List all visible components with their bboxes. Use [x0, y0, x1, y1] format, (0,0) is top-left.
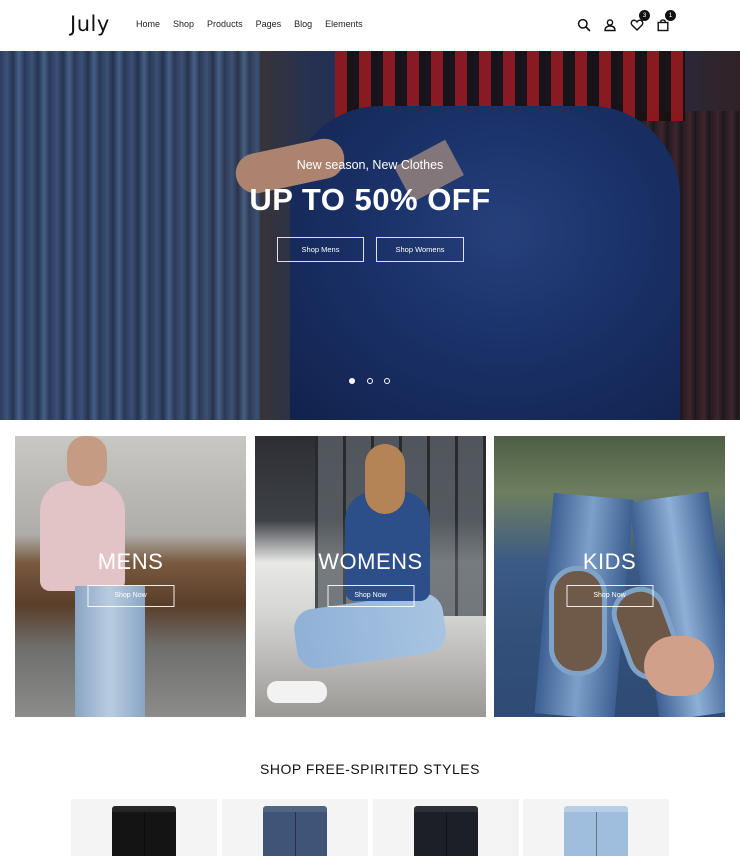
- product-image: [112, 806, 176, 856]
- shop-now-button[interactable]: Shop Now: [327, 585, 414, 607]
- category-label: MENS: [97, 549, 164, 574]
- category-card-kids[interactable]: KIDS Shop Now: [494, 436, 725, 717]
- shop-now-button[interactable]: Shop Now: [566, 585, 653, 607]
- shop-mens-button[interactable]: Shop Mens: [277, 237, 364, 262]
- product-card[interactable]: [373, 799, 519, 856]
- product-image: [414, 806, 478, 856]
- slide-dot-2[interactable]: [367, 378, 373, 384]
- category-label: WOMENS: [318, 549, 423, 574]
- user-icon[interactable]: [603, 18, 617, 32]
- product-card[interactable]: [523, 799, 669, 856]
- product-card[interactable]: [222, 799, 368, 856]
- product-card[interactable]: [71, 799, 217, 856]
- product-image: [263, 806, 327, 856]
- category-label: KIDS: [582, 549, 637, 574]
- logo[interactable]: July: [70, 12, 110, 36]
- nav-item-elements[interactable]: Elements: [325, 19, 363, 29]
- main-nav: Home Shop Products Pages Blog Elements: [136, 19, 376, 29]
- nav-item-home[interactable]: Home: [136, 19, 160, 29]
- bag-icon[interactable]: 1: [656, 10, 676, 32]
- header: July Home Shop Products Pages Blog Eleme…: [0, 0, 740, 50]
- search-icon[interactable]: [577, 18, 591, 32]
- cart-count-badge: 1: [665, 10, 676, 21]
- section-title: SHOP FREE-SPIRITED STYLES: [260, 761, 480, 777]
- nav-item-shop[interactable]: Shop: [173, 19, 194, 29]
- hero-banner: New season, New Clothes UP TO 50% OFF Sh…: [0, 51, 740, 420]
- product-image: [564, 806, 628, 856]
- shop-womens-button[interactable]: Shop Womens: [376, 237, 464, 262]
- nav-item-pages[interactable]: Pages: [256, 19, 282, 29]
- slide-dot-3[interactable]: [384, 378, 390, 384]
- hero-title: UP TO 50% OFF: [249, 182, 491, 217]
- category-card-womens[interactable]: WOMENS Shop Now: [255, 436, 486, 717]
- category-card-mens[interactable]: MENS Shop Now: [15, 436, 246, 717]
- shop-now-button[interactable]: Shop Now: [87, 585, 174, 607]
- nav-item-products[interactable]: Products: [207, 19, 243, 29]
- heart-icon[interactable]: 3: [630, 10, 650, 32]
- nav-item-blog[interactable]: Blog: [294, 19, 312, 29]
- hero-subtitle: New season, New Clothes: [296, 158, 444, 172]
- wishlist-count-badge: 3: [639, 10, 650, 21]
- slide-dot-1[interactable]: [349, 378, 355, 384]
